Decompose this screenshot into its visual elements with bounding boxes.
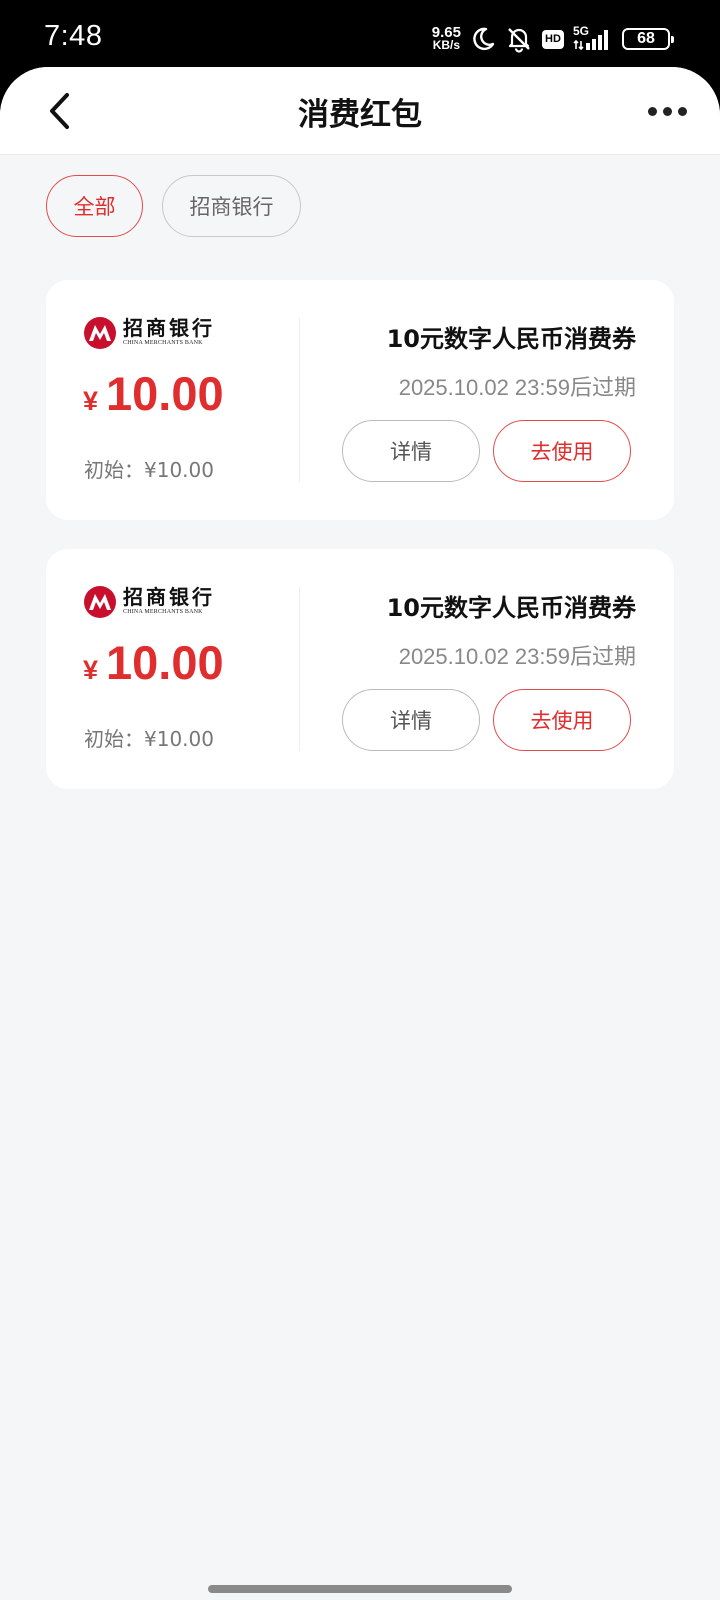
expiry-suffix: 后过期 (569, 376, 636, 401)
detail-button[interactable]: 详情 (342, 689, 480, 751)
status-icons: 9.65 KB/s HD 5G 68 (432, 23, 674, 55)
filter-chips: 全部 招商银行 (46, 175, 301, 237)
moon-icon (473, 27, 495, 51)
nav-bar: 消费红包 (0, 67, 720, 155)
app-screen: 消费红包 全部 招商银行 招商银行 CHINA MERCHANTS BANK ¥… (0, 67, 720, 1600)
bank-logo: 招商银行 CHINA MERCHANTS BANK (83, 585, 215, 619)
coupon-card[interactable]: 招商银行 CHINA MERCHANTS BANK ¥ 10.00 初始：¥10… (46, 280, 674, 520)
bell-muted-icon (508, 28, 530, 53)
use-button[interactable]: 去使用 (493, 420, 631, 482)
bank-name: 招商银行 (123, 316, 215, 340)
signal-icon: 5G (573, 24, 613, 51)
bank-name-en: CHINA MERCHANTS BANK (123, 609, 203, 615)
initial-amount: 初始：¥10.00 (84, 727, 214, 751)
currency-symbol: ¥ (83, 386, 99, 416)
coupon-expiry: 2025.10.02 23:59后过期 (399, 370, 636, 402)
cmb-logo-icon (84, 586, 116, 618)
filter-chip-all[interactable]: 全部 (46, 175, 143, 237)
bank-logo: 招商银行 CHINA MERCHANTS BANK (83, 316, 215, 350)
amount-value: 10.00 (106, 636, 224, 689)
coupon-title: 10元数字人民币消费券 (386, 594, 636, 622)
more-dot (677, 106, 687, 116)
detail-button[interactable]: 详情 (342, 420, 480, 482)
more-dot (662, 106, 672, 116)
status-time: 7:48 (44, 20, 103, 52)
page-title: 消费红包 (298, 97, 422, 133)
use-button[interactable]: 去使用 (493, 689, 631, 751)
coupon-card[interactable]: 招商银行 CHINA MERCHANTS BANK ¥ 10.00 初始：¥10… (46, 549, 674, 789)
expiry-date: 2025.10.02 23:59 (398, 644, 570, 669)
coupon-amount: ¥ 10.00 (83, 635, 224, 690)
expiry-date: 2025.10.02 23:59 (398, 375, 570, 400)
card-divider (299, 318, 300, 482)
currency-symbol: ¥ (83, 655, 99, 685)
home-indicator[interactable] (208, 1585, 512, 1593)
bank-name: 招商银行 (123, 585, 215, 609)
cmb-logo-icon (84, 317, 116, 349)
bank-name-en: CHINA MERCHANTS BANK (123, 340, 203, 346)
card-divider (299, 587, 300, 751)
battery-level: 68 (637, 30, 655, 47)
amount-value: 10.00 (106, 367, 224, 420)
filter-chip-cmb[interactable]: 招商银行 (162, 175, 301, 237)
coupon-amount: ¥ 10.00 (83, 366, 224, 421)
expiry-suffix: 后过期 (569, 645, 636, 670)
battery-icon: 68 (622, 28, 674, 50)
more-dot (647, 106, 657, 116)
initial-amount: 初始：¥10.00 (84, 458, 214, 482)
more-button[interactable] (640, 87, 694, 135)
coupon-expiry: 2025.10.02 23:59后过期 (399, 639, 636, 671)
coupon-title: 10元数字人民币消费券 (386, 325, 636, 353)
network-speed: 9.65 KB/s (432, 25, 461, 52)
hd-badge: HD (542, 29, 564, 49)
network-speed-unit: KB/s (432, 38, 461, 52)
